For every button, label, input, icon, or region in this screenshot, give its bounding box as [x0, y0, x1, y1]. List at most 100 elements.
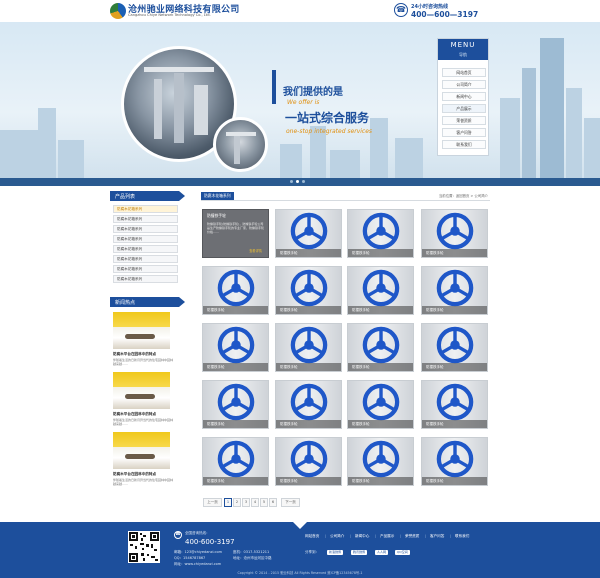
page-5[interactable]: 5 [260, 498, 268, 507]
category-item[interactable]: 防腐木花箱系列 [113, 235, 178, 243]
category-item[interactable]: 防腐木花箱系列 [113, 275, 178, 283]
product-caption: 防撞铁手轮 [276, 249, 341, 257]
share-weibo-button[interactable]: 新浪微博 [327, 550, 344, 555]
product-card[interactable]: 防撞铁手轮 [421, 209, 488, 258]
product-caption: 防撞铁手轮 [348, 477, 413, 485]
product-card[interactable]: 防撞铁手轮 [202, 437, 269, 486]
share-qzone-button[interactable]: QQ空间 [395, 550, 410, 555]
footer-address: 地址：沧州市运河区中路 [233, 556, 272, 560]
nav-item-contact[interactable]: 联系我们 [442, 140, 486, 149]
product-caption: 防撞铁手轮 [348, 363, 413, 371]
product-caption: 防撞铁手轮 [422, 477, 487, 485]
news-item-title[interactable]: 防腐木平台在园林中的特点 [113, 472, 156, 477]
news-title: 新闻热点 [115, 300, 136, 306]
product-card[interactable]: 防撞铁手轮 [347, 266, 414, 315]
share-label: 分享到： [305, 550, 319, 554]
footer-link-about[interactable]: 公司简介 [330, 534, 344, 539]
section-header: 防腐木花箱系列 当前位置：返回首页 > 公司简介 [201, 192, 490, 201]
product-caption: 防撞铁手轮 [203, 420, 268, 428]
category-item[interactable]: 防腐木花箱系列 [113, 265, 178, 273]
category-item[interactable]: 防腐木花箱系列 [113, 225, 178, 233]
product-card[interactable]: 防撞铁手轮 [275, 380, 342, 429]
product-caption: 防撞铁手轮 [276, 420, 341, 428]
product-caption: 防撞铁手轮 [422, 363, 487, 371]
qr-code [128, 531, 160, 563]
news-thumbnail[interactable] [113, 372, 170, 409]
slogan-line-2: 一站式综合服务 [285, 111, 370, 125]
footer-link-home[interactable]: 网站首页 [305, 534, 319, 539]
nav-item-honors[interactable]: 荣誉资质 [442, 116, 486, 125]
footer-link-honors[interactable]: 荣誉资质 [405, 534, 419, 539]
section-title: 防腐木花箱系列 [201, 192, 234, 200]
nav-item-products[interactable]: 产品展示 [442, 104, 486, 113]
page-1[interactable]: 1 [224, 498, 232, 507]
news-thumbnail[interactable] [113, 432, 170, 469]
news-item-title[interactable]: 防腐木平台在园林中的特点 [113, 352, 156, 357]
footer-link-contact[interactable]: 联系我们 [455, 534, 469, 539]
category-item[interactable]: 防腐木花箱系列 [113, 245, 178, 253]
product-card[interactable]: 防撞铁手轮 [421, 380, 488, 429]
nav-item-faq[interactable]: 客户问答 [442, 128, 486, 137]
view-details-link[interactable]: 查看详情 [249, 248, 262, 253]
product-caption: 防撞铁手轮 [348, 249, 413, 257]
nav-item-about[interactable]: 公司简介 [442, 80, 486, 89]
footer-link-products[interactable]: 产品展示 [380, 534, 394, 539]
product-caption: 防撞铁手轮 [348, 420, 413, 428]
product-card[interactable]: 防撞铁手轮 [347, 323, 414, 372]
footer-landline: 座机：0317-5321211 [233, 550, 270, 554]
product-card[interactable]: 防撞铁手轮 [275, 437, 342, 486]
category-item[interactable]: 防腐木花箱系列 [113, 255, 178, 263]
slide-dot[interactable] [290, 180, 293, 183]
page-6[interactable]: 6 [269, 498, 277, 507]
footer-website[interactable]: 网址：www.chiyedanzi.com [174, 562, 221, 567]
news-thumbnail[interactable] [113, 312, 170, 349]
product-caption: 防撞铁手轮 [276, 306, 341, 314]
page-3[interactable]: 3 [242, 498, 250, 507]
product-card[interactable]: 防撞铁手轮 [275, 323, 342, 372]
breadcrumb[interactable]: 当前位置：返回首页 > 公司简介 [439, 193, 488, 198]
product-card[interactable]: 防撞铁手轮 [347, 380, 414, 429]
product-card[interactable]: 防撞铁手轮 [347, 437, 414, 486]
site-header: 沧州驰业网络科技有限公司 Cangzhou Chiye Network Tech… [0, 0, 600, 22]
next-page-button[interactable]: 下一页 [281, 498, 300, 507]
category-item[interactable]: 防腐木花箱系列 [113, 215, 178, 223]
company-name-en: Cangzhou Chiye Network Technology Co., L… [128, 13, 211, 17]
product-card[interactable]: 防撞铁手轮 [202, 266, 269, 315]
product-card[interactable]: 防撞铁手轮 [202, 323, 269, 372]
news-item-desc: 伴随着生活的日新月异当代的住宅园林中园林越来越…… [113, 358, 174, 366]
product-card[interactable]: 防撞铁手轮 [347, 209, 414, 258]
product-card[interactable]: 防撞铁手轮 [202, 380, 269, 429]
product-card-featured[interactable]: 防撞铁手轮 防撞铁手轮(防撞铁手轮)，防撞铁手轮公司是生产防撞铁手轮的专业厂家，防… [202, 209, 269, 258]
product-title[interactable]: 防撞铁手轮 [207, 213, 226, 219]
product-card[interactable]: 防撞铁手轮 [421, 323, 488, 372]
page-4[interactable]: 4 [251, 498, 259, 507]
phone-icon: ☎ [394, 3, 408, 17]
footer-link-faq[interactable]: 客户问答 [430, 534, 444, 539]
logo-icon[interactable] [110, 3, 126, 19]
product-card[interactable]: 防撞铁手轮 [421, 266, 488, 315]
product-card[interactable]: 防撞铁手轮 [275, 209, 342, 258]
product-card[interactable]: 防撞铁手轮 [421, 437, 488, 486]
product-card[interactable]: 防撞铁手轮 [275, 266, 342, 315]
prev-page-button[interactable]: 上一页 [203, 498, 222, 507]
product-caption: 防撞铁手轮 [276, 363, 341, 371]
slide-dot[interactable] [302, 180, 305, 183]
product-caption: 防撞铁手轮 [348, 306, 413, 314]
banner-strip [0, 178, 600, 186]
footer-link-news[interactable]: 新闻中心 [355, 534, 369, 539]
share-renren-button[interactable]: 人人网 [375, 550, 389, 555]
footer-hotline-number: 400-600-3197 [185, 538, 235, 546]
category-item[interactable]: 防腐木花箱系列 [113, 205, 178, 213]
share-tencent-button[interactable]: 腾讯微博 [351, 550, 368, 555]
news-header: 新闻热点 [110, 297, 185, 307]
product-list-header: 产品列表 [110, 191, 185, 201]
copyright: Copyright © 2014 - 2015 驰业科技 All Rights … [237, 571, 363, 575]
news-item-title[interactable]: 防腐木平台在园林中的特点 [113, 412, 156, 417]
slide-dot-active[interactable] [296, 180, 299, 183]
nav-menu: MENU 导航 网站首页 公司简介 新闻中心 产品展示 荣誉资质 客户问答 联系… [437, 38, 489, 156]
page-2[interactable]: 2 [233, 498, 241, 507]
footer-email: 邮箱：123@chiyedanzi.com [174, 550, 223, 554]
nav-item-home[interactable]: 网站首页 [442, 68, 486, 77]
slogan-line-2-en: one-stop integrated services [286, 128, 373, 135]
nav-item-news[interactable]: 新闻中心 [442, 92, 486, 101]
